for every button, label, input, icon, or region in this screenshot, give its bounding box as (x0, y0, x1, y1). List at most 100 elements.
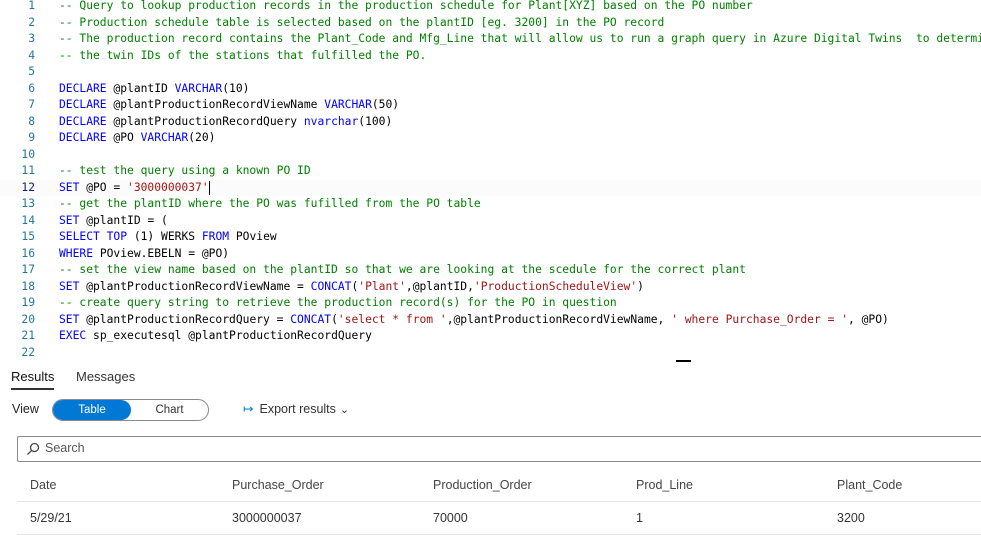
line-number: 19 (21, 296, 35, 309)
search-icon (27, 442, 40, 455)
code-text: DECLARE @plantProductionRecordQuery nvar… (59, 114, 392, 131)
code-line[interactable]: 20 SET @plantProductionRecordQuery = CONC… (0, 312, 981, 329)
code-token: -- create query string to retrieve the p… (59, 296, 617, 309)
code-line[interactable]: 16 WHERE POview.EBELN = @PO) (0, 246, 981, 263)
code-token: (1) WERKS (127, 230, 202, 243)
export-arrow-icon: ↦ (243, 402, 254, 416)
line-number: 2 (28, 15, 35, 29)
code-line[interactable]: 4 -- the twin IDs of the stations that fu… (0, 48, 981, 65)
code-line[interactable]: 14 SET @plantID = ( (0, 213, 981, 230)
code-token: SET (59, 180, 80, 194)
code-token: CONCAT (310, 279, 352, 293)
code-token: VARCHAR (174, 81, 223, 95)
code-line[interactable]: 11 -- test the query using a known PO ID (0, 163, 981, 180)
line-number: 7 (28, 98, 35, 111)
code-line[interactable]: 12 SET @PO = '3000000037' (0, 179, 981, 196)
view-toggle[interactable]: Table Chart (52, 399, 209, 421)
code-token: @PO (106, 131, 141, 144)
code-text: -- get the plantID where the PO was fufi… (59, 196, 481, 213)
code-token: (100) (358, 114, 393, 128)
code-token: ,@plantProductionRecordViewName, (446, 312, 672, 326)
code-text: SET @plantProductionRecordViewName = CON… (59, 279, 644, 296)
column-header[interactable]: Date (30, 478, 56, 492)
code-token: ' where Purchase_Order = ' (671, 312, 848, 326)
code-line[interactable]: 10 (0, 147, 981, 164)
query-editor[interactable]: 1 -- Query to lookup production records i… (0, 0, 981, 362)
line-number: 22 (21, 345, 35, 359)
code-line[interactable]: 7 DECLARE @plantProductionRecordViewName … (0, 97, 981, 114)
code-line[interactable]: 2 -- Production schedule table is selecte… (0, 15, 981, 32)
chart-view-button[interactable]: Chart (131, 400, 208, 420)
view-label: View (12, 402, 39, 416)
tab-results[interactable]: Results (11, 369, 55, 390)
code-line[interactable]: 18 SET @plantProductionRecordViewName = C… (0, 279, 981, 296)
line-number: 14 (21, 213, 35, 227)
code-token: DECLARE (59, 114, 107, 128)
code-token: 'ProductionScheduleView' (473, 279, 638, 293)
tab-messages[interactable]: Messages (76, 369, 135, 384)
line-number: 5 (28, 65, 35, 78)
column-header[interactable]: Plant_Code (837, 478, 902, 492)
code-text: SET @plantID = ( (59, 213, 168, 230)
column-header[interactable]: Purchase_Order (232, 478, 324, 492)
code-text: -- The production record contains the Pl… (59, 31, 981, 48)
search-input[interactable]: Search (17, 436, 981, 462)
code-token: @plantProductionRecordQuery (106, 114, 304, 128)
table-cell: 5/29/21 (30, 511, 72, 525)
code-line[interactable]: 8 DECLARE @plantProductionRecordQuery nva… (0, 114, 981, 131)
code-token: TOP (106, 230, 128, 243)
export-results-button[interactable]: ↦ Export results ⌄ (243, 401, 349, 416)
code-token: DECLARE (59, 98, 107, 111)
code-token: -- test the query using a known PO ID (59, 164, 311, 177)
code-token: SET (59, 213, 80, 227)
code-token: 'select * from ' (337, 312, 447, 326)
code-line[interactable]: 6 DECLARE @plantID VARCHAR(10) (0, 81, 981, 98)
column-header[interactable]: Production_Order (433, 478, 532, 492)
code-token: -- Production schedule table is selected… (59, 15, 665, 29)
code-token: SELECT (59, 230, 100, 243)
code-token: @plantID = ( (79, 213, 168, 227)
code-token: VARCHAR (140, 131, 189, 144)
code-token: @plantProductionRecordViewName (106, 98, 325, 111)
line-number: 15 (21, 230, 35, 243)
code-text: -- Query to lookup production records in… (59, 0, 753, 15)
editor-resize-handle[interactable] (676, 360, 691, 362)
code-token: EXEC (59, 329, 87, 342)
code-text: EXEC sp_executesql @plantProductionRecor… (59, 328, 372, 345)
table-cell: 70000 (433, 511, 468, 525)
code-line[interactable]: 17 -- set the view name based on the plan… (0, 262, 981, 279)
code-line[interactable]: 3 -- The production record contains the P… (0, 31, 981, 48)
code-line[interactable]: 22 (0, 345, 981, 362)
table-view-button[interactable]: Table (53, 400, 131, 420)
code-text: SET @plantProductionRecordQuery = CONCAT… (59, 312, 889, 329)
line-number: 10 (21, 147, 35, 161)
code-token: ,@plantID, (405, 279, 474, 293)
code-line[interactable]: 13 -- get the plantID where the PO was fu… (0, 196, 981, 213)
code-line[interactable]: 19 -- create query string to retrieve the… (0, 295, 981, 312)
code-token: @plantProductionRecordQuery = (79, 312, 291, 326)
line-number: 8 (28, 114, 35, 128)
code-text: DECLARE @plantID VARCHAR(10) (59, 81, 249, 98)
code-line[interactable]: 9 DECLARE @PO VARCHAR(20) (0, 130, 981, 147)
code-line[interactable]: 5 (0, 64, 981, 81)
table-cell: 3000000037 (232, 511, 302, 525)
export-label: Export results (259, 402, 336, 416)
code-token: -- Query to lookup production records in… (59, 0, 753, 12)
code-line[interactable]: 1 -- Query to lookup production records i… (0, 0, 981, 15)
code-token: (50) (371, 98, 400, 111)
code-text: -- the twin IDs of the stations that ful… (59, 48, 426, 65)
table-row[interactable]: 5/29/21 3000000037 70000 1 3200 (17, 501, 981, 535)
code-token: nvarchar (303, 114, 359, 128)
line-number: 9 (28, 131, 35, 144)
code-token: -- the twin IDs of the stations that ful… (59, 48, 427, 62)
code-line[interactable]: 15 SELECT TOP (1) WERKS FROM POview (0, 229, 981, 246)
column-header[interactable]: Prod_Line (636, 478, 693, 492)
code-token: -- set the view name based on the plantI… (59, 263, 746, 276)
code-token: -- The production record contains the Pl… (59, 32, 981, 45)
code-text: SELECT TOP (1) WERKS FROM POview (59, 229, 277, 246)
line-number: 11 (21, 164, 35, 177)
line-number: 18 (21, 279, 35, 293)
code-line[interactable]: 21 EXEC sp_executesql @plantProductionRec… (0, 328, 981, 345)
view-toolbar: View Table Chart ↦ Export results ⌄ (0, 398, 981, 422)
